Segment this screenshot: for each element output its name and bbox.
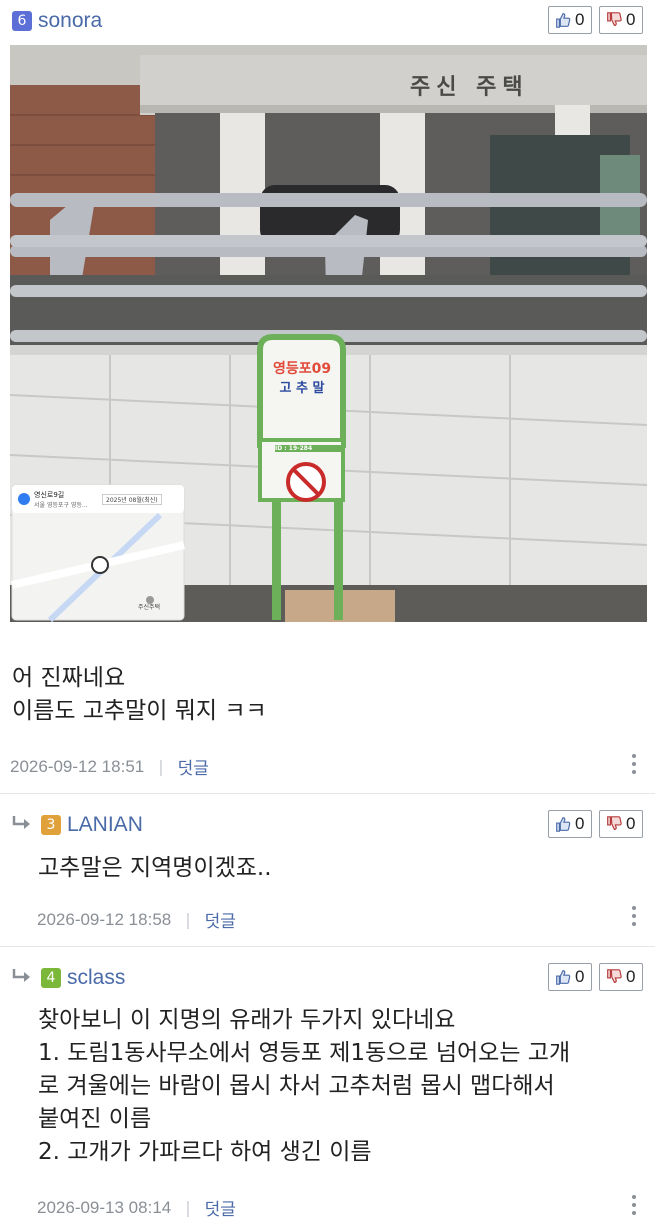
map-address: 서울 영등포구 영등... xyxy=(34,502,88,509)
thumbs-up-icon xyxy=(556,13,571,28)
dislike-button[interactable]: 0 xyxy=(599,6,643,34)
post-meta: 2026-09-12 18:51 | 덧글 xyxy=(10,754,209,780)
map-place-name: 영신로9길 xyxy=(34,491,65,499)
bus-stop-name: 고 추 말 xyxy=(279,381,325,396)
meta-separator: | xyxy=(185,1198,191,1217)
divider xyxy=(0,946,655,947)
map-landmark: 주신주택 xyxy=(138,604,161,611)
comment-body: 찾아보니 이 지명의 유래가 두가지 있다네요 1. 도림1동사무소에서 영등포… xyxy=(38,1004,570,1169)
post-line: 이름도 고추말이 뭐지 ㅋㅋ xyxy=(12,698,267,724)
comment-line: 고추말은 지역명이겠죠.. xyxy=(38,855,272,881)
like-button[interactable]: 0 xyxy=(548,6,592,34)
like-count: 0 xyxy=(575,967,585,986)
dislike-count: 0 xyxy=(626,967,636,986)
comment-username[interactable]: LANIAN xyxy=(67,813,143,837)
like-button[interactable]: 0 xyxy=(548,810,592,838)
thumbs-down-icon xyxy=(607,969,622,983)
comment-more-menu[interactable] xyxy=(631,906,637,928)
divider xyxy=(0,793,655,794)
like-button[interactable]: 0 xyxy=(548,963,592,991)
comment-username[interactable]: sclass xyxy=(67,966,125,990)
thumbs-up-icon xyxy=(556,817,571,832)
post-reply-link[interactable]: 덧글 xyxy=(178,754,209,779)
thumbs-down-icon xyxy=(607,816,622,830)
post-more-menu[interactable] xyxy=(631,754,637,776)
comment-meta: 2026-09-13 08:14 | 덧글 xyxy=(37,1195,236,1221)
dislike-button[interactable]: 0 xyxy=(599,963,643,991)
comment-line: 찾아보니 이 지명의 유래가 두가지 있다네요 xyxy=(38,1007,456,1033)
comment-date: 2026-09-13 08:14 xyxy=(37,1197,172,1217)
post-photo: 주신 주택 영등포09 고 추 말 ID : 19-284 영신로9길 서울 영… xyxy=(10,45,647,622)
street-view-image xyxy=(10,45,647,622)
comment-reply-link[interactable]: 덧글 xyxy=(205,907,236,932)
thumbs-down-icon xyxy=(607,12,622,26)
comment-header: 3 LANIAN xyxy=(41,813,143,837)
dislike-count: 0 xyxy=(626,10,636,29)
like-count: 0 xyxy=(575,10,585,29)
comment-date: 2026-09-12 18:58 xyxy=(37,909,172,929)
comment-body: 고추말은 지역명이겠죠.. xyxy=(38,852,272,885)
thumbs-up-icon xyxy=(556,970,571,985)
comment-line: 1. 도림1동사무소에서 영등포 제1동으로 넘어오는 고개 xyxy=(38,1040,571,1066)
building-sign-text: 주신 주택 xyxy=(410,75,529,100)
user-level-badge: 3 xyxy=(41,815,61,835)
user-level-badge: 6 xyxy=(12,11,32,31)
bus-stop-id: ID : 19-284 xyxy=(275,445,345,452)
meta-separator: | xyxy=(158,757,164,776)
post-body: 어 진짜네요 이름도 고추말이 뭐지 ㅋㅋ xyxy=(12,662,267,728)
comment-line: 붙여진 이름 xyxy=(38,1106,152,1132)
dislike-button[interactable]: 0 xyxy=(599,810,643,838)
comment-meta: 2026-09-12 18:58 | 덧글 xyxy=(37,907,236,933)
bus-stop-number: 영등포09 xyxy=(272,361,332,377)
post-line: 어 진짜네요 xyxy=(12,665,126,691)
like-count: 0 xyxy=(575,814,585,833)
reply-arrow-icon xyxy=(12,969,30,982)
user-level-badge: 4 xyxy=(41,968,61,988)
post-header: 6 sonora xyxy=(12,9,102,33)
comment-line: 2. 고개가 가파르다 하여 생긴 이름 xyxy=(38,1139,372,1165)
map-date[interactable]: 2025년 08월(최신) xyxy=(102,494,162,505)
comment-more-menu[interactable] xyxy=(631,1195,637,1217)
meta-separator: | xyxy=(185,910,191,929)
comment-header: 4 sclass xyxy=(41,966,125,990)
comment-reply-link[interactable]: 덧글 xyxy=(205,1195,236,1220)
post-username[interactable]: sonora xyxy=(38,9,102,33)
comment-line: 로 겨울에는 바람이 몹시 차서 고추처럼 몹시 맵다해서 xyxy=(38,1073,555,1099)
post-date: 2026-09-12 18:51 xyxy=(10,756,145,776)
dislike-count: 0 xyxy=(626,814,636,833)
reply-arrow-icon xyxy=(12,816,30,829)
